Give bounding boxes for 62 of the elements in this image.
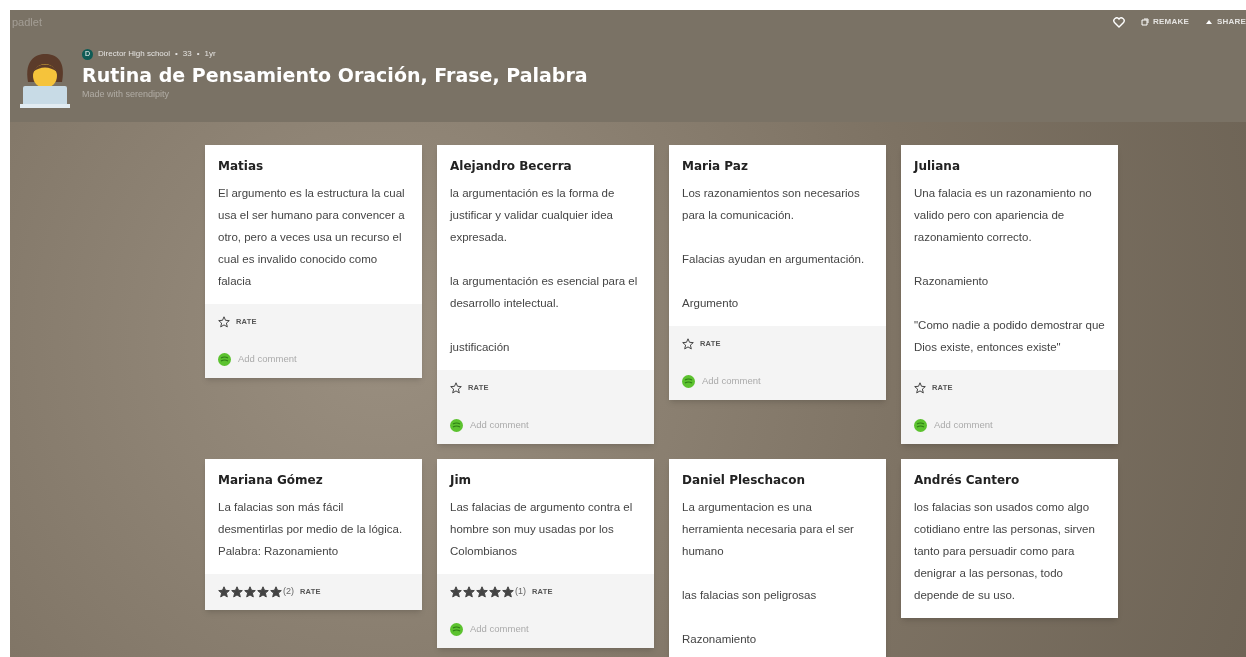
comment-field[interactable]: Add comment [702, 373, 761, 389]
post-text: La falacias son más fácil desmentirlas por medio de la lógica. Palabra: Razonamiento [218, 500, 404, 559]
separator: • [175, 48, 178, 60]
separator: • [196, 48, 200, 60]
rating-count: (2) [283, 585, 294, 599]
share-button[interactable]: SHARE [1205, 16, 1246, 28]
post-author: Alejandro Becerra [450, 158, 573, 174]
post-text: la argumentación es esencial para el desarrollo intelectual. [450, 274, 639, 311]
board-title: Rutina de Pensamiento Oración, Frase, Palabra [82, 63, 588, 88]
comment-field[interactable]: Add comment [470, 621, 529, 637]
post-author: Mariana Gómez [218, 472, 324, 488]
post-author: Maria Paz [682, 158, 749, 174]
user-avatar-icon [914, 418, 927, 432]
post-author: Matias [218, 158, 265, 174]
post-text: Argumento [682, 296, 740, 311]
copy-icon [1141, 18, 1150, 26]
post-text: las falacias son peligrosas [682, 588, 818, 603]
avatar-drawing [20, 52, 70, 108]
star-icon[interactable] [914, 382, 926, 394]
star-icon[interactable] [257, 586, 269, 598]
user-avatar-icon [450, 622, 463, 636]
star-icon[interactable] [450, 586, 462, 598]
user-avatar-icon [218, 352, 231, 366]
post-text: los falacias son usados como algo cotidiano entre las personas, sirven tanto para persuadir como para denigrar a las personas, todo depende de su uso. [914, 500, 1096, 603]
like-count: 33 [182, 48, 192, 60]
post-text: El argumento es la estructura la cual usa el ser humano para convencer a otro, pero a veces usa un recurso el cual es invalido conocido como falacia [218, 186, 406, 289]
post-author: Jim [450, 472, 473, 488]
post-author: Andrés Cantero [914, 472, 1021, 488]
star-icon[interactable] [270, 586, 282, 598]
post-text: "Como nadie a podido demostrar que Dios existe, entonces existe" [914, 318, 1105, 355]
post-text: Falacias ayudan en argumentación. [682, 252, 866, 267]
star-icon[interactable] [244, 586, 256, 598]
post-text: justificación [450, 340, 511, 355]
comment-field[interactable]: Add comment [470, 417, 529, 433]
star-icon[interactable] [489, 586, 501, 598]
post-text: Las falacias de argumento contra el hombre son muy usadas por los Colombianos [450, 500, 634, 559]
star-icon[interactable] [450, 382, 462, 394]
user-avatar-icon [450, 418, 463, 432]
post-text: la argumentación es la forma de justificar y validar cualquier idea expresada. [450, 186, 616, 245]
arrow-icon [1205, 18, 1213, 26]
post-text: Una falacia es un razonamiento no valido pero con apariencia de razonamiento correcto. [914, 186, 1093, 245]
star-icon[interactable] [463, 586, 475, 598]
author-name[interactable]: Director High school [98, 48, 171, 60]
post-text: Razonamiento [914, 274, 990, 289]
comment-field[interactable]: Add comment [934, 417, 993, 433]
post-text: La argumentacion es una herramienta necesaria para el ser humano [682, 500, 855, 559]
star-icon[interactable] [231, 586, 243, 598]
user-avatar-icon [682, 374, 695, 388]
comment-field[interactable]: Add comment [238, 351, 297, 367]
remake-button[interactable]: REMAKE [1141, 16, 1189, 28]
star-icon[interactable] [682, 338, 694, 350]
star-icon[interactable] [218, 586, 230, 598]
star-icon[interactable] [476, 586, 488, 598]
post-text: Los razonamientos son necesarios para la comunicación. [682, 186, 861, 223]
post-author: Daniel Pleschacon [682, 472, 806, 488]
post-text: Razonamiento [682, 632, 758, 647]
rating-count: (1) [515, 585, 526, 599]
post-age: 1yr [204, 48, 216, 60]
star-icon[interactable] [218, 316, 230, 328]
heart-icon[interactable] [1113, 16, 1126, 28]
post-author: Juliana [914, 158, 961, 174]
star-icon[interactable] [502, 586, 514, 598]
